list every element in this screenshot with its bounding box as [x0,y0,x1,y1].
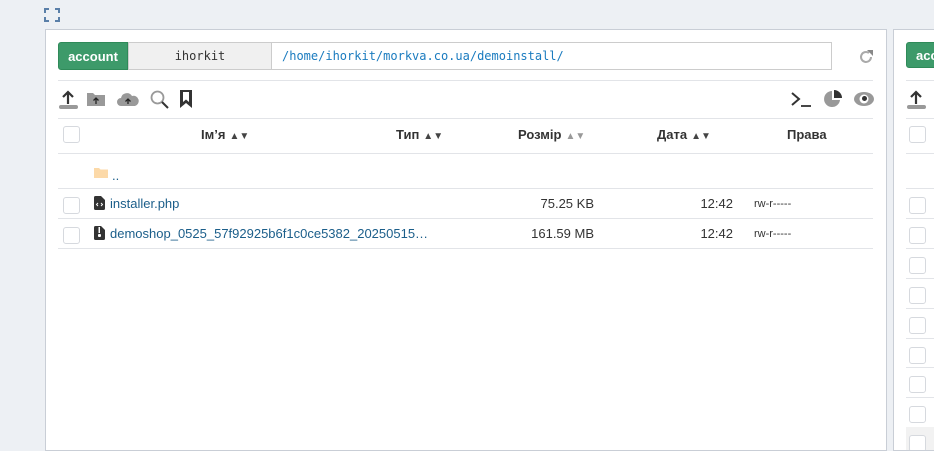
file-permissions: rw-r----- [754,198,792,210]
file-size: 161.59 MB [531,226,594,241]
row-checkbox[interactable] [909,376,926,393]
cloud-upload-icon[interactable] [116,90,140,108]
column-header-date[interactable]: Дата ▲▼ [657,127,711,142]
row-checkbox[interactable] [909,287,926,304]
parent-dir-link[interactable]: .. [112,168,119,183]
upload-icon[interactable] [58,90,80,110]
column-header-permissions: Права [787,127,827,142]
row-checkbox[interactable] [909,435,926,450]
file-date: 12:42 [700,196,733,211]
file-name-link[interactable]: demoshop_0525_57f92925b6f1c0ce5382_20250… [110,226,428,241]
sort-icon: ▲▼ [423,131,444,142]
file-date: 12:42 [700,226,733,241]
folder-icon [94,168,108,178]
select-all-checkbox[interactable] [63,126,80,143]
preview-eye-icon[interactable] [853,91,875,107]
file-size: 75.25 KB [540,196,595,211]
file-permissions: rw-r----- [754,228,792,240]
bookmark-icon[interactable] [179,89,193,109]
row-checkbox[interactable] [63,197,80,214]
account-badge[interactable]: account [58,42,128,70]
path-input[interactable]: /home/ihorkit/morkva.co.ua/demoinstall/ [271,42,832,70]
disk-usage-icon[interactable] [823,89,843,109]
refresh-icon[interactable] [857,48,875,66]
row-checkbox[interactable] [909,257,926,274]
row-checkbox[interactable] [909,317,926,334]
user-field: ihorkit [128,42,272,70]
terminal-icon[interactable] [791,92,813,108]
file-panel-left: account ihorkit /home/ihorkit/morkva.co.… [45,29,887,451]
search-icon[interactable] [150,90,169,109]
archive-file-icon [94,226,105,240]
column-header-name[interactable]: Ім’я ▲▼ [201,127,249,142]
file-panel-right: account [893,29,934,451]
sort-icon: ▲▼ [229,131,250,142]
column-header-type[interactable]: Тип ▲▼ [396,127,443,142]
upload-icon[interactable] [906,90,928,110]
code-file-icon [94,196,105,210]
column-header-size[interactable]: Розмір ▲▼ [518,127,585,142]
file-name-link[interactable]: installer.php [110,196,179,211]
row-checkbox[interactable] [909,406,926,423]
account-badge[interactable]: account [906,42,934,68]
select-all-checkbox[interactable] [909,126,926,143]
sort-icon: ▲▼ [565,131,586,142]
upload-folder-icon[interactable] [86,90,106,108]
row-checkbox[interactable] [909,227,926,244]
fullscreen-icon[interactable] [44,8,60,22]
sort-icon: ▲▼ [691,131,711,142]
row-checkbox[interactable] [909,197,926,214]
row-checkbox[interactable] [63,227,80,244]
row-checkbox[interactable] [909,347,926,364]
